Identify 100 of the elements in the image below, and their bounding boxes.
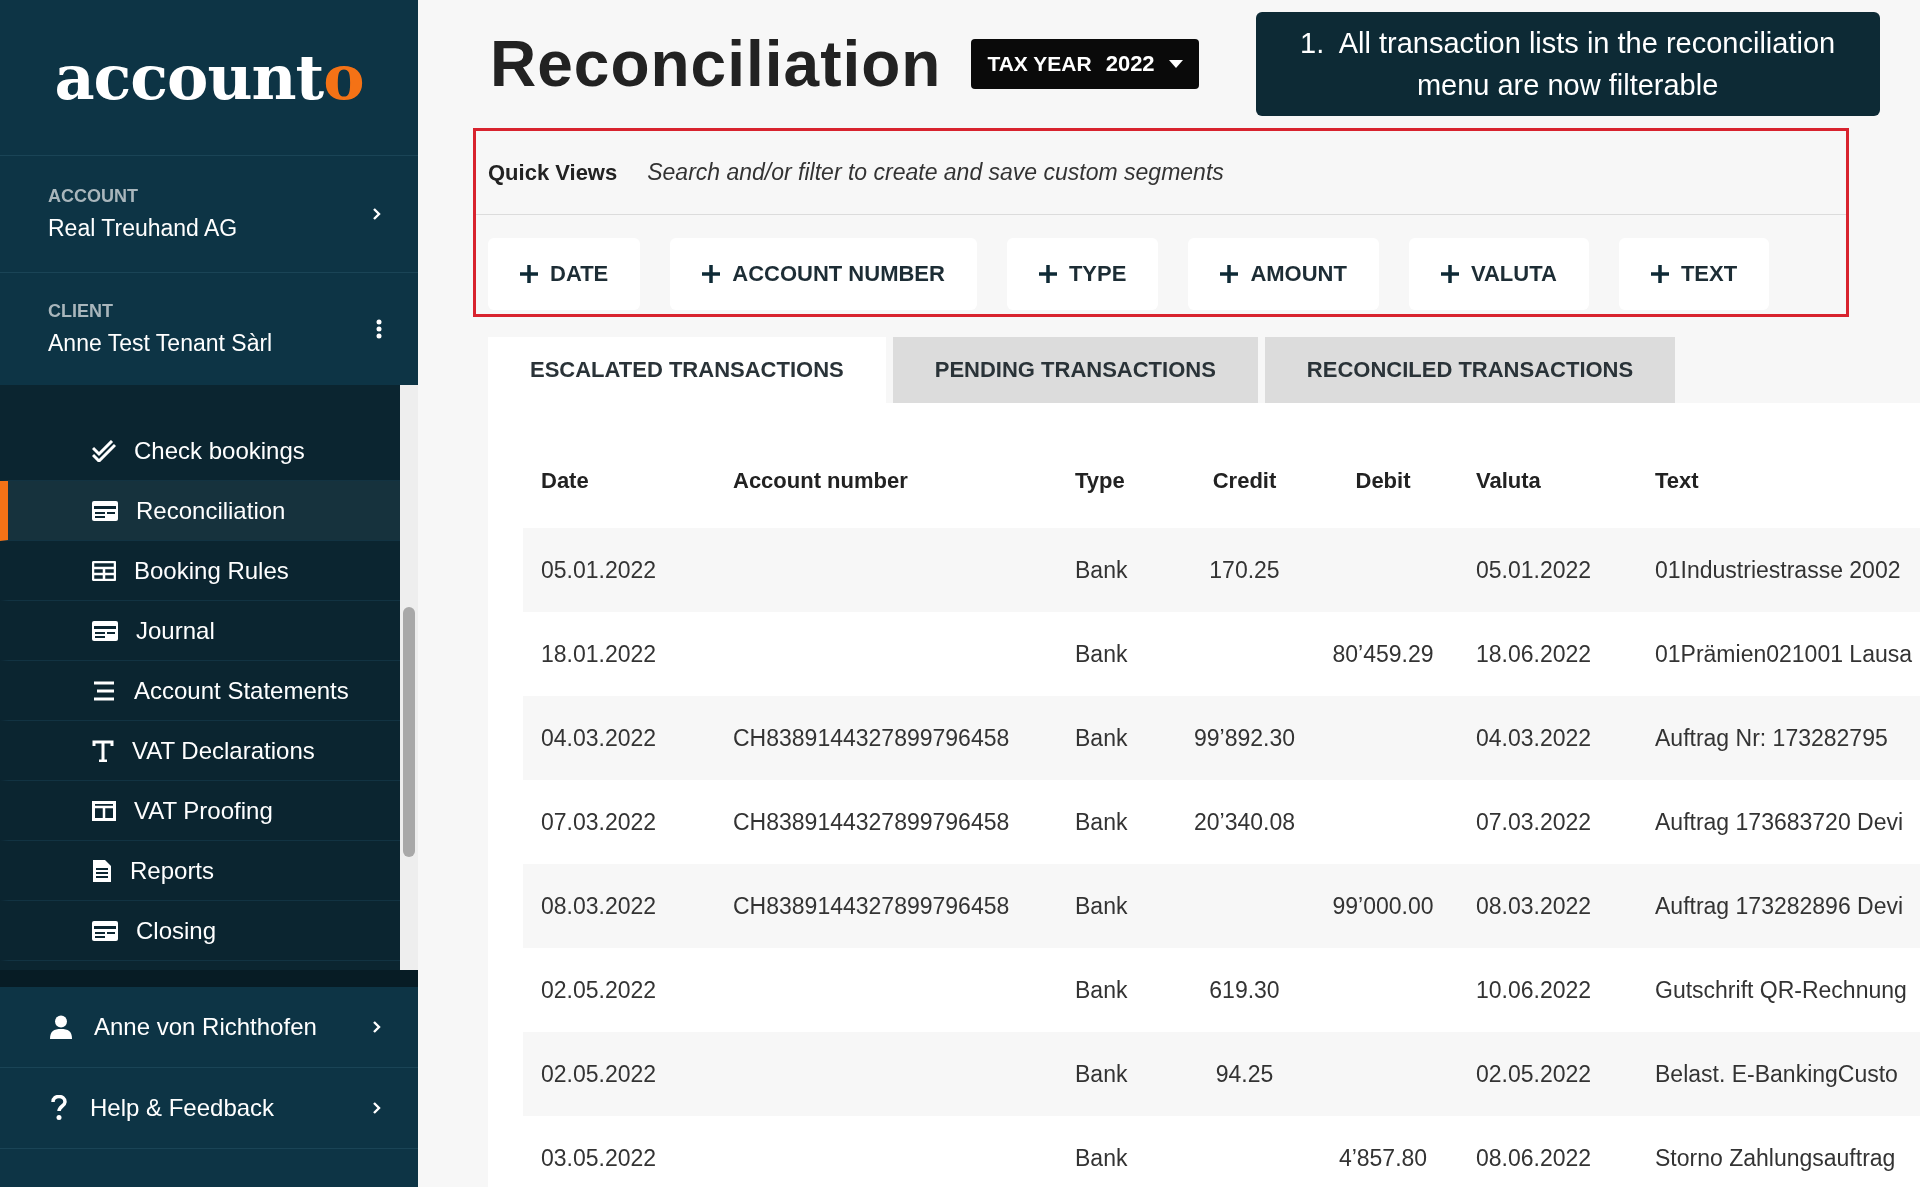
nav-item[interactable]: Booking Rules: [0, 541, 400, 601]
table-cell-text: 18.06.2022: [1475, 640, 1593, 668]
tab[interactable]: ESCALATED TRANSACTIONS: [488, 337, 886, 403]
table-cell-text: 08.03.2022: [1475, 892, 1593, 920]
column-header: Account number: [732, 467, 909, 494]
table-row[interactable]: 04.03.2022 CH8389144327899796458 Bank 99’892.30 04.03.2022 Auftrag Nr: 173282795: [523, 696, 1920, 780]
account-name: Real Treuhand AG: [48, 215, 239, 242]
nav-item[interactable]: VAT Declarations: [0, 721, 400, 781]
filter-button[interactable]: TEXT: [1618, 238, 1770, 310]
letter-t-icon: [92, 739, 114, 762]
table-row[interactable]: 07.03.2022 CH8389144327899796458 Bank 20’340.08 07.03.2022 Auftrag 173683720 Devi: [523, 780, 1920, 864]
document-icon: [92, 858, 112, 883]
table-cell-text: 4’857.80: [1337, 1144, 1429, 1172]
column-header: Debit: [1354, 467, 1412, 494]
table-cell-text: Belast. E-BankingCusto: [1654, 1060, 1899, 1088]
table-cell-text: 01Prämien021001 Lausa: [1654, 640, 1914, 668]
table-cell-text: Bank: [1074, 1060, 1129, 1088]
check-icon: [92, 439, 116, 462]
table-row[interactable]: 02.05.2022 Bank 619.30 10.06.2022 Gutschrift QR-Rechnung: [523, 948, 1920, 1032]
tax-year-dropdown[interactable]: TAX YEAR 2022: [971, 39, 1199, 89]
client-name: Anne Test Tenant Sàrl: [48, 330, 274, 357]
table-cell-text: Bank: [1074, 892, 1129, 920]
plus-icon: [520, 265, 538, 283]
quick-views-label: Quick Views: [488, 159, 618, 186]
table-row[interactable]: 08.03.2022 CH8389144327899796458 Bank 99’000.00 08.03.2022 Auftrag 173282896 Devi: [523, 864, 1920, 948]
filter-button[interactable]: DATE: [488, 238, 641, 310]
tab[interactable]: RECONCILED TRANSACTIONS: [1264, 337, 1676, 403]
table-cell-text: Auftrag 173683720 Devi: [1654, 808, 1905, 836]
logo: accounto: [54, 41, 364, 114]
table-cell-text: 03.05.2022: [540, 1144, 658, 1172]
table-cell-text: 07.03.2022: [1475, 808, 1593, 836]
list-icon: [92, 680, 116, 701]
plus-icon: [1650, 265, 1669, 283]
filter-button[interactable]: AMOUNT: [1188, 238, 1379, 310]
callout-note: 1. All transaction lists in the reconciliation menu are now filterable: [1255, 11, 1880, 117]
table-cell-text: 99’000.00: [1331, 892, 1435, 920]
plus-icon: [1220, 265, 1239, 283]
table-cell-text: 619.30: [1208, 976, 1281, 1004]
scrollbar[interactable]: [403, 607, 415, 857]
plus-icon: [1440, 265, 1459, 283]
table-cell-text: 08.06.2022: [1475, 1144, 1593, 1172]
account-label: ACCOUNT: [48, 186, 139, 207]
table-row[interactable]: 03.05.2022 Bank 4’857.80 08.06.2022 Storno Zahlungsauftrag: [523, 1116, 1920, 1187]
table-cell-text: 20’340.08: [1192, 808, 1296, 836]
table-cell-text: Storno Zahlungsauftrag: [1654, 1144, 1897, 1172]
table-cell-text: Bank: [1074, 976, 1129, 1004]
table-cell-text: 07.03.2022: [540, 808, 658, 836]
nav-item[interactable]: Reports: [0, 841, 400, 901]
client-selector[interactable]: CLIENT Anne Test Tenant Sàrl: [0, 273, 418, 385]
table-cell-text: 02.05.2022: [1475, 1060, 1593, 1088]
card-icon: [92, 920, 118, 941]
grid-icon: [92, 560, 116, 581]
filter-button[interactable]: ACCOUNT NUMBER: [670, 238, 977, 310]
nav-item[interactable]: Reconciliation: [0, 481, 400, 541]
person-icon: [50, 1015, 72, 1039]
table-cell-text: Bank: [1074, 640, 1129, 668]
chevron-right-icon: [372, 207, 382, 221]
table-cell-text: 94.25: [1214, 1060, 1275, 1088]
nav-item[interactable]: Account Statements: [0, 661, 400, 721]
nav-item[interactable]: Closing: [0, 901, 400, 961]
nav-item[interactable]: VAT Proofing: [0, 781, 400, 841]
column-header: Valuta: [1475, 467, 1542, 494]
table-cell-text: 08.03.2022: [540, 892, 658, 920]
client-label: CLIENT: [48, 301, 114, 322]
plus-icon: [702, 265, 721, 283]
chevron-right-icon: [372, 1101, 382, 1115]
table-cell-text: Bank: [1074, 556, 1129, 584]
help-icon: [50, 1095, 68, 1121]
tab[interactable]: PENDING TRANSACTIONS: [892, 337, 1258, 403]
table-cell-text: Bank: [1074, 1144, 1129, 1172]
column-header: Date: [540, 467, 590, 494]
table-cell-text: 05.01.2022: [540, 556, 658, 584]
card-icon: [92, 500, 118, 521]
table-cell-text: 02.05.2022: [540, 976, 658, 1004]
more-icon: [376, 319, 382, 339]
account-selector[interactable]: ACCOUNT Real Treuhand AG: [0, 156, 418, 273]
page-title: Reconciliation: [490, 27, 942, 101]
table-cell-text: Bank: [1074, 808, 1129, 836]
plus-icon: [1038, 265, 1057, 283]
filter-button[interactable]: TYPE: [1006, 238, 1159, 310]
table-cell-text: 01Industriestrasse 2002: [1654, 556, 1902, 584]
table-cell-text: CH8389144327899796458: [732, 724, 1011, 752]
table-cell-text: CH8389144327899796458: [732, 892, 1011, 920]
table-cell-text: CH8389144327899796458: [732, 808, 1011, 836]
nav-item[interactable]: Journal: [0, 601, 400, 661]
table-cell-text: Auftrag Nr: 173282795: [1654, 724, 1889, 752]
table-row[interactable]: 05.01.2022 Bank 170.25 05.01.2022 01Industriestrasse 2002: [523, 528, 1920, 612]
caret-icon: [1168, 60, 1183, 68]
table-cell-text: 04.03.2022: [540, 724, 658, 752]
table-cell-text: 18.01.2022: [540, 640, 658, 668]
menu-item[interactable]: Anne von Richthofen: [0, 987, 418, 1068]
filter-button[interactable]: VALUTA: [1408, 238, 1589, 310]
table-cell-text: 02.05.2022: [540, 1060, 658, 1088]
table-row[interactable]: 02.05.2022 Bank 94.25 02.05.2022 Belast. E-BankingCusto: [523, 1032, 1920, 1116]
columns-icon: [92, 800, 116, 821]
table-cell-text: 04.03.2022: [1475, 724, 1593, 752]
column-header: Text: [1654, 467, 1700, 494]
menu-item[interactable]: Help & Feedback: [0, 1068, 418, 1149]
table-row[interactable]: 18.01.2022 Bank 80’459.29 18.06.2022 01Prämien021001 Lausa: [523, 612, 1920, 696]
table-cell-text: 99’892.30: [1192, 724, 1296, 752]
